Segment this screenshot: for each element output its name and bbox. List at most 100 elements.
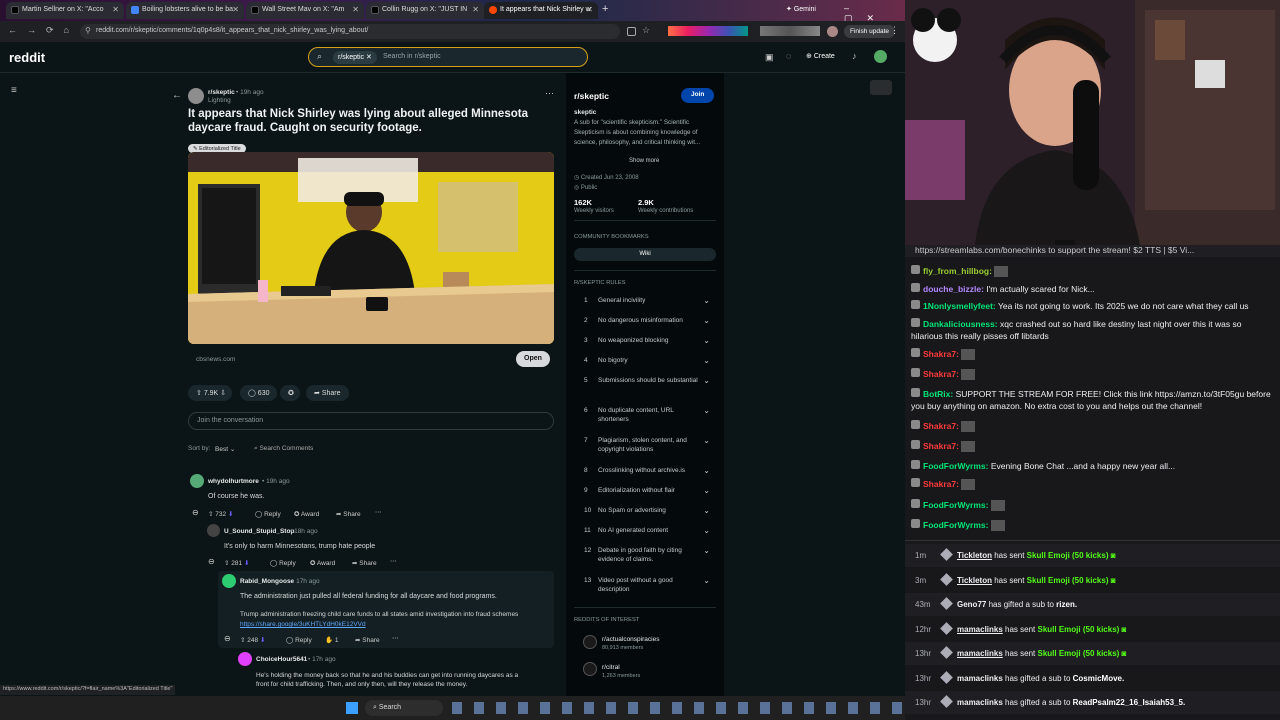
hamburger-icon[interactable]: ≡ [11, 85, 17, 96]
downvote-icon[interactable]: ⇩ [220, 390, 226, 397]
downvote-icon[interactable]: ⬇ [228, 511, 233, 518]
award-button[interactable]: ✪ [280, 385, 300, 401]
share-button[interactable]: ➦ Share [336, 510, 361, 518]
ad-icon[interactable]: ▣ [765, 52, 774, 63]
windows-start-icon[interactable] [346, 702, 358, 714]
close-icon[interactable]: ✕ [586, 5, 593, 14]
comment-input[interactable]: Join the conversation [188, 412, 554, 430]
award-button[interactable]: ✪ Award [294, 510, 319, 518]
event-user[interactable]: Geno77 [957, 600, 986, 609]
post-media[interactable] [188, 152, 554, 344]
reply-button[interactable]: ◯ Reply [286, 636, 312, 644]
chevron-down-icon[interactable]: ⌄ [703, 406, 710, 415]
browser-tab[interactable]: Collin Rugg on X: "JUST IN ✕ [366, 2, 484, 19]
collapse-icon[interactable]: ⊖ [224, 634, 231, 643]
comment-link[interactable]: https://share.google/3uKHTLYdH0kE12VVd [240, 621, 366, 628]
community-icon[interactable] [583, 635, 597, 649]
chevron-down-icon[interactable]: ⌄ [703, 356, 710, 365]
profile-avatar[interactable] [827, 26, 838, 37]
create-button[interactable]: ⊕ Create [806, 52, 835, 60]
chat-icon[interactable]: ◌ [786, 51, 791, 61]
star-icon[interactable]: ☆ [642, 25, 650, 36]
chat-username[interactable]: Shakra7: [923, 479, 959, 489]
close-icon[interactable]: ✕ [366, 54, 372, 61]
upvote-icon[interactable]: ⇧ [224, 560, 229, 567]
user-avatar[interactable] [874, 50, 887, 63]
community-icon[interactable] [583, 662, 597, 676]
browser-tab[interactable]: Martin Sellner on X: "Acco ✕ [6, 2, 124, 19]
new-tab-button[interactable]: + [602, 3, 608, 15]
chat-username[interactable]: Shakra7: [923, 369, 959, 379]
chat-username[interactable]: FoodForWyrms: [923, 500, 988, 510]
extensions-icons[interactable] [760, 26, 820, 36]
event-user[interactable]: Tickleton [957, 551, 992, 560]
chevron-down-icon[interactable]: ⌄ [703, 546, 710, 555]
site-info-icon[interactable]: ⚲ [85, 26, 91, 35]
upvote-icon[interactable]: ⇧ [240, 637, 245, 644]
cast-icon[interactable] [627, 27, 636, 36]
chevron-down-icon[interactable]: ⌄ [703, 526, 710, 535]
sort-dropdown[interactable]: Best ⌄ [215, 445, 235, 453]
event-user[interactable]: mamaclinks [957, 625, 1003, 634]
post-subreddit[interactable]: r/skeptic [208, 89, 235, 96]
comment-username[interactable]: Rabid_Mongoose [240, 578, 294, 585]
chevron-down-icon[interactable]: ⌄ [703, 296, 710, 305]
more-options-icon[interactable]: ⋯ [390, 557, 397, 565]
event-user[interactable]: mamaclinks [957, 649, 1003, 658]
avatar[interactable] [190, 474, 204, 488]
comment-username[interactable]: U_Sound_Stupid_Stop [224, 528, 294, 535]
event-user[interactable]: mamaclinks [957, 698, 1003, 707]
search-scope-chip[interactable]: r/skeptic ✕ [333, 51, 377, 64]
chevron-down-icon[interactable]: ⌄ [703, 316, 710, 325]
finish-update-button[interactable]: Finish update [844, 25, 896, 38]
chevron-down-icon[interactable]: ⌄ [703, 486, 710, 495]
avatar[interactable] [222, 574, 236, 588]
taskbar-app-icons[interactable] [452, 702, 902, 714]
show-more-button[interactable]: Show more [629, 158, 659, 164]
downvote-icon[interactable]: ⬇ [260, 637, 265, 644]
url-field[interactable]: ⚲ reddit.com/r/skeptic/comments/1q0p4s8/i… [80, 24, 620, 39]
wiki-button[interactable]: Wiki [574, 248, 716, 261]
more-options-icon[interactable]: ⋯ [392, 634, 399, 642]
post-source[interactable]: cbsnews.com [196, 356, 235, 363]
vote-bar[interactable]: ⇧ 7.9K ⇩ [188, 385, 232, 401]
close-icon[interactable]: ✕ [352, 5, 359, 14]
event-user[interactable]: Tickleton [957, 576, 992, 585]
search-comments-button[interactable]: ⌕ Search Comments [254, 445, 313, 453]
avatar[interactable] [238, 652, 252, 666]
close-icon[interactable]: ✕ [232, 5, 239, 14]
close-icon[interactable]: ✕ [472, 5, 479, 14]
taskbar-search[interactable]: ⌕ Search [365, 700, 443, 716]
reddit-logo[interactable]: reddit [9, 50, 45, 65]
chat-username[interactable]: douche_bizzle: [923, 284, 984, 294]
extensions-icons[interactable] [668, 26, 748, 36]
sidebar-community-name[interactable]: r/skeptic [574, 91, 609, 101]
subreddit-avatar[interactable] [188, 88, 204, 104]
chat-username[interactable]: BotRix: [923, 389, 953, 399]
chat-username[interactable]: Shakra7: [923, 441, 959, 451]
chevron-down-icon[interactable]: ⌄ [703, 336, 710, 345]
chat-username[interactable]: FoodForWyrms: [923, 520, 988, 530]
event-user[interactable]: mamaclinks [957, 674, 1003, 683]
interest-community-name[interactable]: r/actualconspiracies [602, 636, 659, 643]
chat-username[interactable]: fly_from_hillbog: [923, 266, 992, 276]
chat-username[interactable]: Shakra7: [923, 349, 959, 359]
browser-tab[interactable]: Wall Street Mav on X: "Am ✕ [246, 2, 364, 19]
bell-icon[interactable]: ♪ [852, 51, 857, 61]
gemini-button[interactable]: ✦ Gemini [786, 5, 816, 13]
collapse-icon[interactable]: ⊖ [208, 557, 215, 566]
join-button[interactable]: Join [681, 88, 715, 103]
comment-vote[interactable]: ⇧ 281 ⬇ [224, 559, 249, 567]
more-options-icon[interactable]: ⋯ [375, 508, 382, 516]
reply-button[interactable]: ◯ Reply [255, 510, 281, 518]
post-author[interactable]: Lighting [208, 97, 231, 104]
comment-vote[interactable]: ⇧ 248 ⬇ [240, 636, 265, 644]
nav-buttons[interactable]: ←→⟳⌂ [8, 25, 79, 36]
chevron-down-icon[interactable]: ⌄ [703, 466, 710, 475]
interest-community-name[interactable]: r/citral [602, 664, 620, 671]
comment-username[interactable]: ChoiceHour5641 [256, 656, 307, 663]
share-button[interactable]: ➦ Share [306, 385, 349, 401]
award-button[interactable]: ✋ 1 [325, 636, 339, 644]
menu-icon[interactable]: ⋮ [890, 25, 899, 36]
avatar[interactable] [207, 524, 220, 537]
